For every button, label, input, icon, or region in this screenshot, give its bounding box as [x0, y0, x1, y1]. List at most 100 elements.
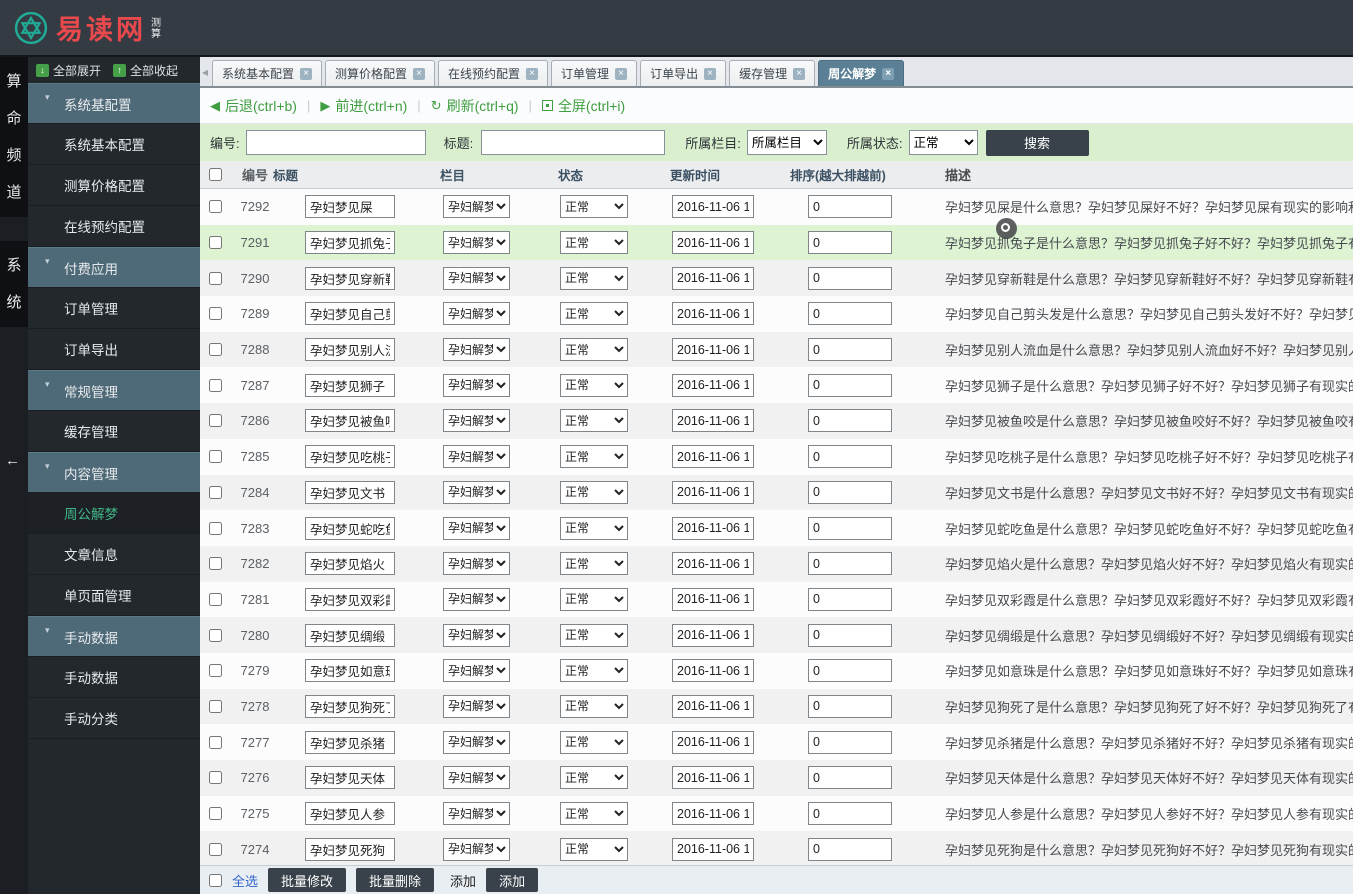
row-title-input[interactable] [305, 195, 395, 219]
row-checkbox[interactable] [209, 236, 222, 250]
row-sort-input[interactable] [808, 195, 892, 219]
row-checkbox[interactable] [209, 378, 222, 392]
row-updated-input[interactable] [672, 373, 754, 397]
sidebar-item[interactable]: 手动数据 [28, 657, 200, 698]
sidebar-group-header[interactable]: ▾ 内容管理 [28, 452, 200, 493]
row-status-select[interactable]: 正常 [560, 730, 628, 754]
row-column-select[interactable]: 孕妇解梦 [443, 409, 510, 433]
sidebar-item[interactable]: 手动分类 [28, 698, 200, 739]
row-sort-input[interactable] [808, 338, 892, 362]
row-title-input[interactable] [305, 409, 395, 433]
toolbar-fullscreen-button[interactable]: 全屏(ctrl+i) [541, 96, 625, 116]
row-checkbox[interactable] [209, 735, 222, 749]
sidebar-item[interactable]: 文章信息 [28, 534, 200, 575]
row-updated-input[interactable] [672, 552, 754, 576]
row-sort-input[interactable] [808, 266, 892, 290]
row-title-input[interactable] [305, 659, 395, 683]
tab[interactable]: 缓存管理 × [729, 60, 816, 86]
row-sort-input[interactable] [808, 409, 892, 433]
row-checkbox[interactable] [209, 557, 222, 571]
row-column-select[interactable]: 孕妇解梦 [443, 338, 510, 362]
row-updated-input[interactable] [672, 409, 754, 433]
row-updated-input[interactable] [672, 338, 754, 362]
row-title-input[interactable] [305, 552, 395, 576]
row-updated-input[interactable] [672, 623, 754, 647]
row-column-select[interactable]: 孕妇解梦 [443, 694, 510, 718]
row-column-select[interactable]: 孕妇解梦 [443, 802, 510, 826]
row-sort-input[interactable] [808, 302, 892, 326]
row-status-select[interactable]: 正常 [560, 445, 628, 469]
row-checkbox[interactable] [209, 307, 222, 321]
row-sort-input[interactable] [808, 766, 892, 790]
row-status-select[interactable]: 正常 [560, 694, 628, 718]
row-checkbox[interactable] [209, 414, 222, 428]
row-column-select[interactable]: 孕妇解梦 [443, 659, 510, 683]
row-updated-input[interactable] [672, 516, 754, 540]
batch-delete-button[interactable]: 批量删除 [356, 868, 435, 892]
tab-close-icon[interactable]: × [615, 67, 628, 80]
row-sort-input[interactable] [808, 552, 892, 576]
row-checkbox[interactable] [209, 807, 222, 821]
row-checkbox[interactable] [209, 271, 222, 285]
filter-column-select[interactable]: 所属栏目 [746, 130, 827, 155]
tab[interactable]: 订单导出 × [640, 60, 727, 86]
tab-active[interactable]: 周公解梦 × [818, 60, 905, 86]
batch-edit-button[interactable]: 批量修改 [268, 868, 347, 892]
row-status-select[interactable]: 正常 [560, 766, 628, 790]
row-checkbox[interactable] [209, 343, 222, 357]
row-column-select[interactable]: 孕妇解梦 [443, 266, 510, 290]
filter-id-input[interactable] [245, 130, 426, 155]
sidebar-group-header[interactable]: ▾ 手动数据 [28, 616, 200, 657]
row-sort-input[interactable] [808, 231, 892, 255]
sidebar-item[interactable]: 系统基本配置 [28, 124, 200, 165]
header-select-all-checkbox[interactable] [209, 168, 222, 181]
row-sort-input[interactable] [808, 623, 892, 647]
tab-close-icon[interactable]: × [300, 67, 313, 80]
row-column-select[interactable]: 孕妇解梦 [443, 623, 510, 647]
row-sort-input[interactable] [808, 694, 892, 718]
row-status-select[interactable]: 正常 [560, 837, 628, 861]
row-sort-input[interactable] [808, 802, 892, 826]
row-column-select[interactable]: 孕妇解梦 [443, 516, 510, 540]
row-title-input[interactable] [305, 266, 395, 290]
row-sort-input[interactable] [808, 445, 892, 469]
row-status-select[interactable]: 正常 [560, 231, 628, 255]
sidebar-collapse-arrow-icon[interactable]: ← [5, 452, 20, 469]
row-column-select[interactable]: 孕妇解梦 [443, 302, 510, 326]
row-title-input[interactable] [305, 587, 395, 611]
sidebar-item[interactable]: 缓存管理 [28, 411, 200, 452]
sidebar-item[interactable]: 测算价格配置 [28, 165, 200, 206]
tab-close-icon[interactable]: × [882, 67, 895, 80]
row-checkbox[interactable] [209, 842, 222, 856]
row-updated-input[interactable] [672, 802, 754, 826]
row-status-select[interactable]: 正常 [560, 373, 628, 397]
add-button[interactable]: 添加 [486, 868, 539, 892]
filter-title-input[interactable] [481, 130, 666, 155]
footer-select-all-checkbox[interactable] [209, 873, 222, 887]
row-status-select[interactable]: 正常 [560, 587, 628, 611]
tab-close-icon[interactable]: × [704, 67, 717, 80]
row-updated-input[interactable] [672, 730, 754, 754]
row-checkbox[interactable] [209, 521, 222, 535]
row-updated-input[interactable] [672, 587, 754, 611]
row-status-select[interactable]: 正常 [560, 802, 628, 826]
row-status-select[interactable]: 正常 [560, 659, 628, 683]
expand-all-button[interactable]: ↓ 全部展开 [36, 62, 101, 79]
row-sort-input[interactable] [808, 730, 892, 754]
sidebar-item-active[interactable]: 周公解梦 [28, 493, 200, 534]
row-sort-input[interactable] [808, 659, 892, 683]
sidebar-group-header[interactable]: ▾ 常规管理 [28, 370, 200, 411]
row-column-select[interactable]: 孕妇解梦 [443, 195, 510, 219]
row-updated-input[interactable] [672, 837, 754, 861]
row-sort-input[interactable] [808, 516, 892, 540]
toolbar-back-button[interactable]: ◀ 后退(ctrl+b) [210, 96, 297, 116]
sidebar-group-header[interactable]: ▾ 系统基配置 [28, 83, 200, 124]
row-updated-input[interactable] [672, 266, 754, 290]
row-title-input[interactable] [305, 730, 395, 754]
row-checkbox[interactable] [209, 200, 222, 214]
sidebar-item[interactable]: 在线预约配置 [28, 206, 200, 247]
row-title-input[interactable] [305, 802, 395, 826]
row-status-select[interactable]: 正常 [560, 552, 628, 576]
tab-close-icon[interactable]: × [793, 67, 806, 80]
toolbar-forward-button[interactable]: ▶ 前进(ctrl+n) [320, 96, 407, 116]
